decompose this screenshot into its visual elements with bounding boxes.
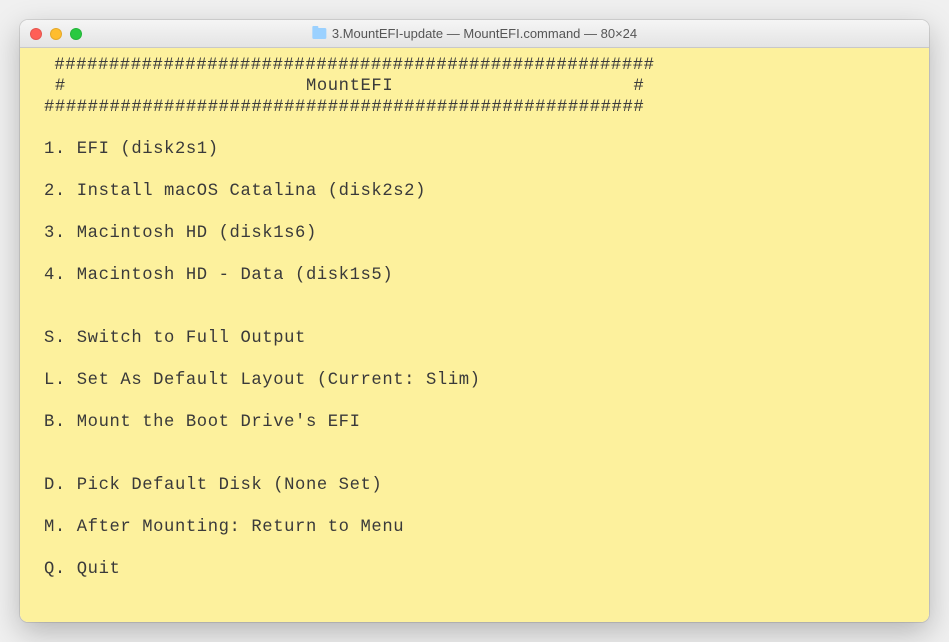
titlebar[interactable]: 3.MountEFI-update — MountEFI.command — 8…	[20, 20, 929, 48]
minimize-button[interactable]	[50, 28, 62, 40]
terminal-window: 3.MountEFI-update — MountEFI.command — 8…	[20, 20, 929, 622]
header-hash-bottom: ########################################…	[44, 98, 915, 119]
header-hash-top: ########################################…	[44, 56, 915, 77]
list-item: 3. Macintosh HD (disk1s6)	[44, 224, 915, 245]
list-item: 4. Macintosh HD - Data (disk1s5)	[44, 266, 915, 287]
maximize-button[interactable]	[70, 28, 82, 40]
list-item: Q. Quit	[44, 560, 915, 581]
terminal-content[interactable]: ########################################…	[20, 48, 929, 622]
close-button[interactable]	[30, 28, 42, 40]
list-item: D. Pick Default Disk (None Set)	[44, 476, 915, 497]
list-item: M. After Mounting: Return to Menu	[44, 518, 915, 539]
traffic-lights	[30, 28, 82, 40]
list-item: 1. EFI (disk2s1)	[44, 140, 915, 161]
folder-icon	[312, 28, 326, 39]
list-item: 2. Install macOS Catalina (disk2s2)	[44, 182, 915, 203]
window-title: 3.MountEFI-update — MountEFI.command — 8…	[332, 26, 637, 41]
list-item: B. Mount the Boot Drive's EFI	[44, 413, 915, 434]
list-item: S. Switch to Full Output	[44, 329, 915, 350]
list-item: L. Set As Default Layout (Current: Slim)	[44, 371, 915, 392]
window-title-wrap: 3.MountEFI-update — MountEFI.command — 8…	[312, 26, 637, 41]
header-title-line: # MountEFI #	[44, 77, 915, 98]
